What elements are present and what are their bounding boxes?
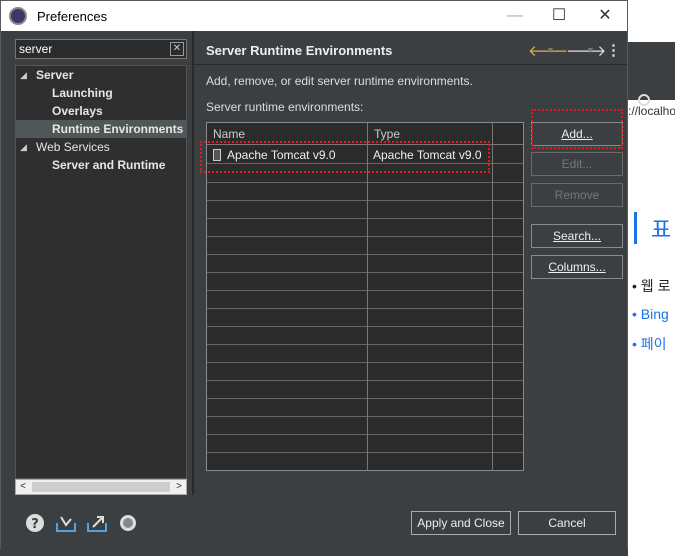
- background-heading: 표: [634, 212, 671, 244]
- scroll-left-icon[interactable]: <: [16, 480, 30, 494]
- back-dropdown-icon[interactable]: ▼: [546, 45, 555, 55]
- cancel-button[interactable]: Cancel: [518, 511, 616, 535]
- window-title: Preferences: [37, 9, 108, 24]
- runtime-table[interactable]: Name Type Apache Tomcat v9.0 Apache Tomc…: [206, 122, 524, 471]
- column-divider: [367, 123, 368, 470]
- list-label: Server runtime environments:: [206, 100, 364, 114]
- tree-item-label: Server and Runtime: [52, 158, 166, 172]
- tree-horizontal-scrollbar[interactable]: < >: [15, 479, 187, 495]
- table-cell-type: Apache Tomcat v9.0: [373, 148, 482, 162]
- maximize-button[interactable]: ☐: [539, 5, 579, 27]
- empty-table-row: [207, 417, 523, 435]
- tree-item-web-services[interactable]: ◢ Web Services: [16, 138, 186, 156]
- help-icon[interactable]: ?: [25, 513, 45, 533]
- preference-page: Server Runtime Environments 🡐 ▼ 🡒 ▼ ⋮ Ad…: [194, 31, 627, 495]
- tree-item-label: Overlays: [52, 104, 103, 118]
- import-icon[interactable]: [55, 513, 76, 533]
- preferences-dialog: Preferences — ☐ ✕ ✕ ◢ Server Launching O…: [0, 0, 628, 549]
- background-link[interactable]: • 페이: [632, 334, 667, 354]
- empty-table-row: [207, 435, 523, 453]
- background-tab-strip: 없음 ✕: [628, 42, 675, 136]
- dialog-footer: ? Apply and Close Cancel: [1, 495, 627, 549]
- table-cell-name: Apache Tomcat v9.0: [213, 146, 365, 164]
- column-header-type[interactable]: Type: [368, 123, 493, 145]
- tree-item-runtime-environments[interactable]: Runtime Environments: [16, 120, 186, 138]
- background-tab-label: 없음: [632, 122, 655, 136]
- empty-table-row: [207, 237, 523, 255]
- tree-item-server-and-runtime[interactable]: Server and Runtime: [16, 156, 186, 174]
- empty-table-row: [207, 183, 523, 201]
- tree-item-label: Runtime Environments: [52, 122, 184, 136]
- empty-table-row: [207, 327, 523, 345]
- background-bullet: • 웹 로: [632, 278, 671, 294]
- empty-table-row: [207, 363, 523, 381]
- apply-and-close-button[interactable]: Apply and Close: [411, 511, 511, 535]
- background-bottom-strip: [0, 549, 628, 556]
- preference-tree-panel: ✕ ◢ Server Launching Overlays Runtime En…: [9, 37, 187, 495]
- edit-button[interactable]: Edit...: [531, 152, 623, 176]
- filter-input[interactable]: [19, 41, 164, 57]
- page-header: Server Runtime Environments 🡐 ▼ 🡒 ▼ ⋮: [194, 31, 627, 65]
- empty-table-row: [207, 453, 523, 470]
- empty-table-row: [207, 165, 523, 183]
- empty-table-row: [207, 255, 523, 273]
- empty-table-row: [207, 219, 523, 237]
- record-icon[interactable]: [118, 513, 138, 533]
- background-link[interactable]: • Bing: [632, 306, 669, 322]
- tree-item-label: Web Services: [36, 140, 110, 154]
- columns-button[interactable]: Columns...: [531, 255, 623, 279]
- minimize-button[interactable]: —: [495, 5, 535, 27]
- tree-item-label: Launching: [52, 86, 113, 100]
- tree-item-overlays[interactable]: Overlays: [16, 102, 186, 120]
- page-title: Server Runtime Environments: [206, 43, 393, 58]
- forward-dropdown-icon[interactable]: ▼: [586, 45, 595, 55]
- close-icon[interactable]: ✕: [662, 118, 674, 135]
- table-row[interactable]: Apache Tomcat v9.0 Apache Tomcat v9.0: [207, 146, 523, 164]
- export-icon[interactable]: [86, 513, 107, 533]
- server-icon: [213, 149, 221, 161]
- expanded-arrow-icon[interactable]: ◢: [20, 138, 27, 156]
- tree-item-launching[interactable]: Launching: [16, 84, 186, 102]
- more-menu-icon[interactable]: ⋮: [606, 41, 621, 59]
- empty-table-row: [207, 201, 523, 219]
- tree-item-label: Server: [36, 68, 74, 82]
- empty-table-row: [207, 309, 523, 327]
- filter-field[interactable]: ✕: [15, 39, 187, 59]
- clear-filter-icon[interactable]: ✕: [170, 42, 184, 56]
- empty-table-row: [207, 345, 523, 363]
- add-button[interactable]: Add...: [531, 122, 623, 146]
- page-description: Add, remove, or edit server runtime envi…: [206, 74, 473, 88]
- empty-table-row: [207, 273, 523, 291]
- remove-button[interactable]: Remove: [531, 183, 623, 207]
- empty-table-row: [207, 291, 523, 309]
- empty-table-row: [207, 399, 523, 417]
- title-bar: Preferences — ☐ ✕: [1, 1, 627, 31]
- search-button[interactable]: Search...: [531, 224, 623, 248]
- background-browser: 없음 ✕ ://localho 표 • 웹 로 • Bing • 페이: [628, 0, 675, 556]
- close-button[interactable]: ✕: [585, 5, 625, 27]
- eclipse-icon: [9, 7, 27, 25]
- empty-table-row: [207, 381, 523, 399]
- background-url: ://localho: [628, 104, 675, 118]
- preference-tree: ◢ Server Launching Overlays Runtime Envi…: [15, 65, 187, 479]
- svg-text:?: ?: [31, 517, 39, 532]
- column-divider: [492, 123, 493, 470]
- scroll-right-icon[interactable]: >: [172, 480, 186, 494]
- tree-item-server[interactable]: ◢ Server: [16, 66, 186, 84]
- expanded-arrow-icon[interactable]: ◢: [20, 66, 27, 84]
- column-header-name[interactable]: Name: [207, 123, 368, 145]
- column-header-filler: [493, 123, 523, 145]
- scrollbar-thumb[interactable]: [32, 482, 170, 492]
